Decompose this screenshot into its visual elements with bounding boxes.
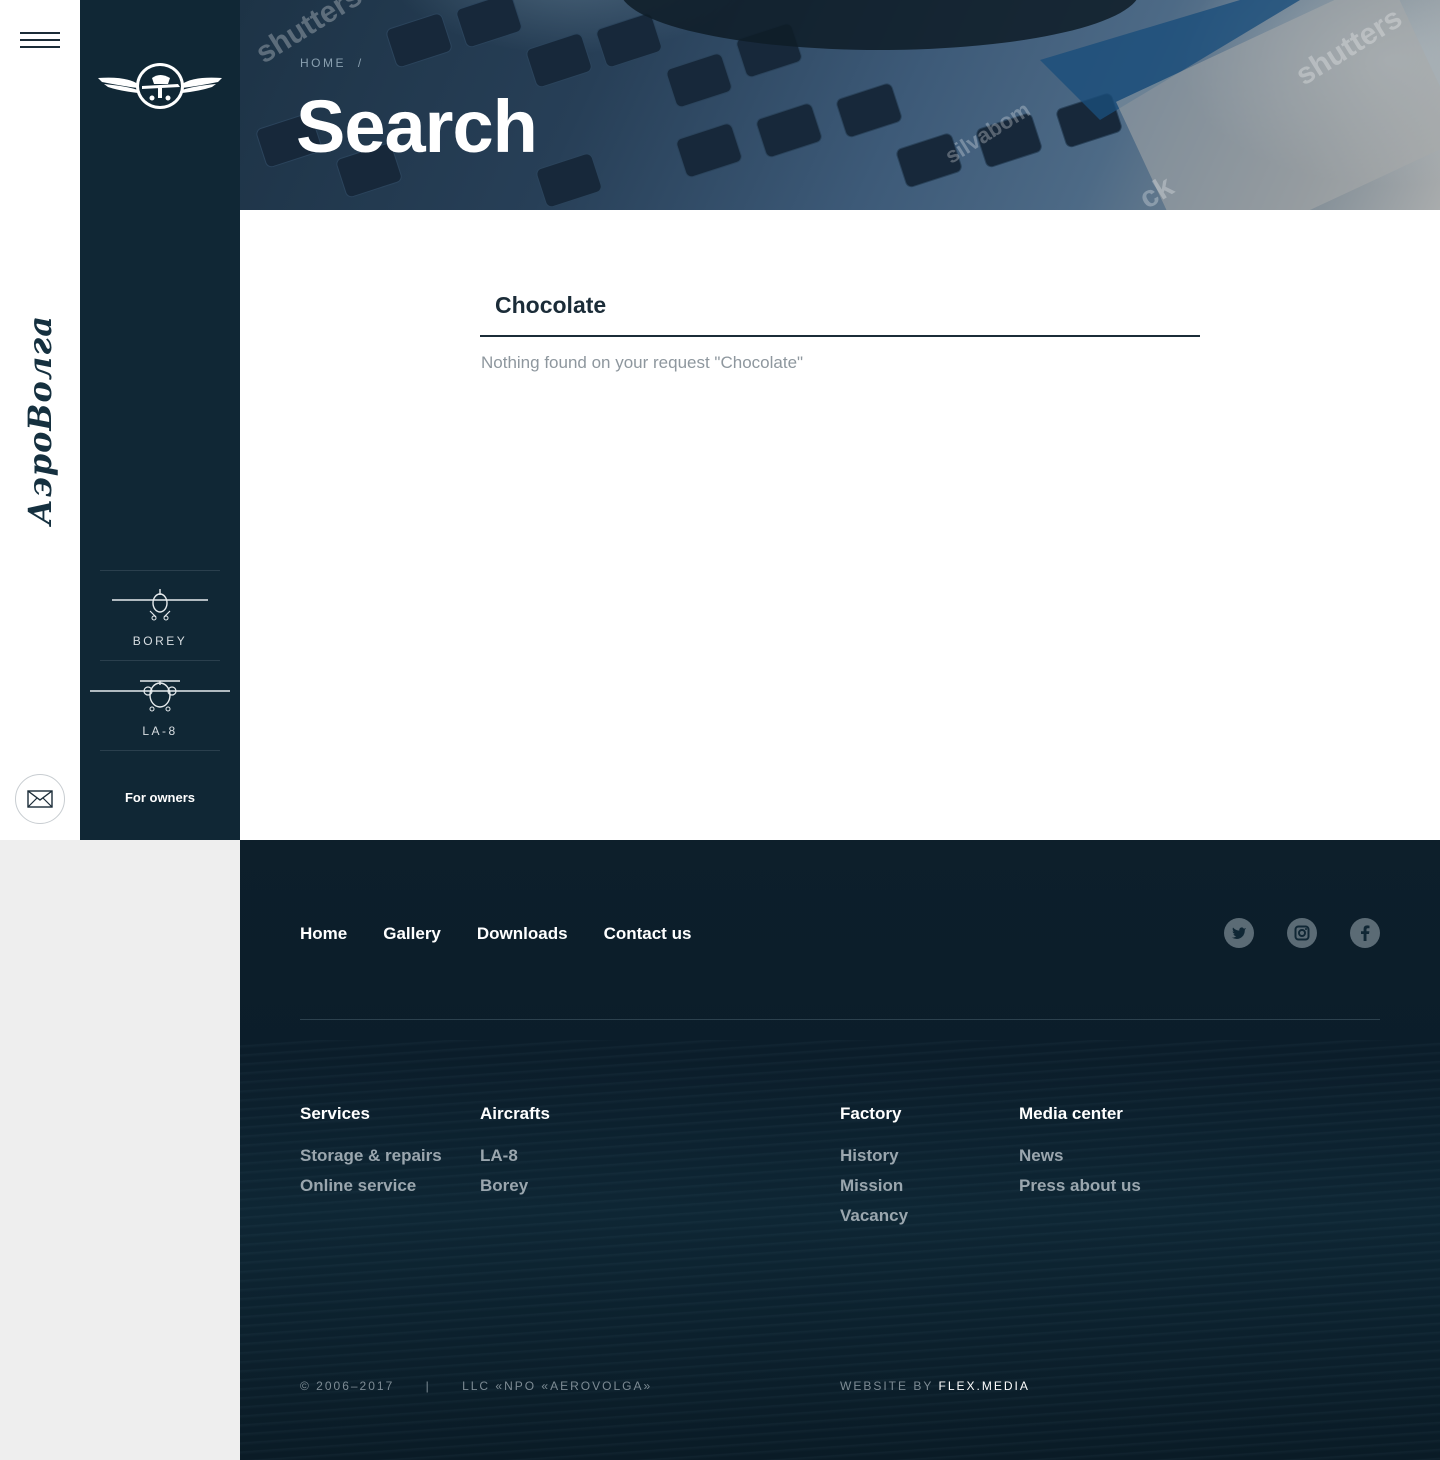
twitter-icon[interactable] bbox=[1224, 918, 1254, 948]
footer-nav-downloads[interactable]: Downloads bbox=[477, 924, 568, 944]
breadcrumb-home-link[interactable]: HOME bbox=[300, 56, 346, 70]
la8-plane-icon bbox=[90, 680, 230, 712]
page-title: Search bbox=[296, 85, 538, 168]
footer-column-heading: Media center bbox=[1019, 1104, 1123, 1123]
aircraft-link-la8[interactable]: LA-8 bbox=[90, 660, 230, 750]
footer-column-services: Services Storage & repairs Online servic… bbox=[300, 1104, 442, 1206]
footer-nav: Home Gallery Downloads Contact us bbox=[300, 924, 691, 944]
footer-link[interactable]: LA-8 bbox=[480, 1146, 550, 1166]
site-credit: WEBSITE BY FLEX.MEDIA bbox=[840, 1379, 1030, 1393]
left-rail: АэроВолга bbox=[0, 0, 80, 840]
mail-button[interactable] bbox=[15, 774, 65, 824]
copyright: © 2006–2017 | LLC «NPO «AEROVOLGA» bbox=[300, 1379, 652, 1393]
breadcrumb: HOME / bbox=[300, 56, 364, 70]
credit-prefix: WEBSITE BY bbox=[840, 1379, 934, 1393]
borey-plane-icon bbox=[112, 589, 208, 621]
main-content: Nothing found on your request "Chocolate… bbox=[240, 210, 1440, 840]
sidebar-divider bbox=[100, 750, 220, 751]
breadcrumb-separator: / bbox=[357, 56, 364, 70]
credit-link[interactable]: FLEX.MEDIA bbox=[938, 1379, 1029, 1393]
footer-link[interactable]: Vacancy bbox=[840, 1206, 908, 1226]
footer-column-aircrafts: Aircrafts LA-8 Borey bbox=[480, 1104, 550, 1206]
for-owners-link[interactable]: For owners bbox=[80, 790, 240, 805]
hamburger-menu-button[interactable] bbox=[20, 32, 60, 48]
footer-nav-contact[interactable]: Contact us bbox=[604, 924, 692, 944]
footer-column-heading: Services bbox=[300, 1104, 370, 1123]
search-result-message: Nothing found on your request "Chocolate… bbox=[481, 353, 804, 372]
aircraft-link-borey[interactable]: BOREY bbox=[100, 570, 220, 660]
footer-link[interactable]: Mission bbox=[840, 1176, 908, 1196]
footer: Home Gallery Downloads Contact us Servic… bbox=[240, 840, 1440, 1460]
footer-link[interactable]: Storage & repairs bbox=[300, 1146, 442, 1166]
brand-wordmark[interactable]: АэроВолга bbox=[21, 315, 59, 525]
aircraft-label: BOREY bbox=[132, 634, 188, 648]
facebook-icon[interactable] bbox=[1350, 918, 1380, 948]
company-name: LLC «NPO «AEROVOLGA» bbox=[462, 1379, 653, 1393]
hamburger-icon-line bbox=[20, 46, 60, 48]
footer-column-factory: Factory History Mission Vacancy bbox=[840, 1104, 908, 1236]
brand-logo-icon[interactable] bbox=[96, 56, 224, 114]
footer-column-media-center: Media center News Press about us bbox=[1019, 1104, 1141, 1206]
search-input[interactable] bbox=[480, 276, 1200, 337]
footer-link[interactable]: Press about us bbox=[1019, 1176, 1141, 1196]
footer-link[interactable]: History bbox=[840, 1146, 908, 1166]
footer-column-heading: Aircrafts bbox=[480, 1104, 550, 1123]
copyright-separator: | bbox=[425, 1379, 431, 1393]
envelope-icon bbox=[27, 790, 53, 808]
footer-nav-home[interactable]: Home bbox=[300, 924, 347, 944]
footer-link[interactable]: Borey bbox=[480, 1176, 550, 1196]
hamburger-icon-line bbox=[20, 32, 60, 34]
instagram-icon[interactable] bbox=[1287, 918, 1317, 948]
sidebar: BOREY LA-8 For owners bbox=[80, 0, 240, 840]
copyright-years: © 2006–2017 bbox=[300, 1379, 395, 1393]
hero-banner: shutters shutters silvabom ck HOME / Sea… bbox=[240, 0, 1440, 210]
footer-divider bbox=[300, 1019, 1380, 1020]
footer-column-heading: Factory bbox=[840, 1104, 902, 1123]
hamburger-icon-line bbox=[20, 39, 60, 41]
aircraft-label: LA-8 bbox=[142, 724, 178, 738]
water-texture-background bbox=[240, 1040, 1440, 1460]
footer-link[interactable]: News bbox=[1019, 1146, 1141, 1166]
footer-link[interactable]: Online service bbox=[300, 1176, 442, 1196]
footer-nav-gallery[interactable]: Gallery bbox=[383, 924, 441, 944]
